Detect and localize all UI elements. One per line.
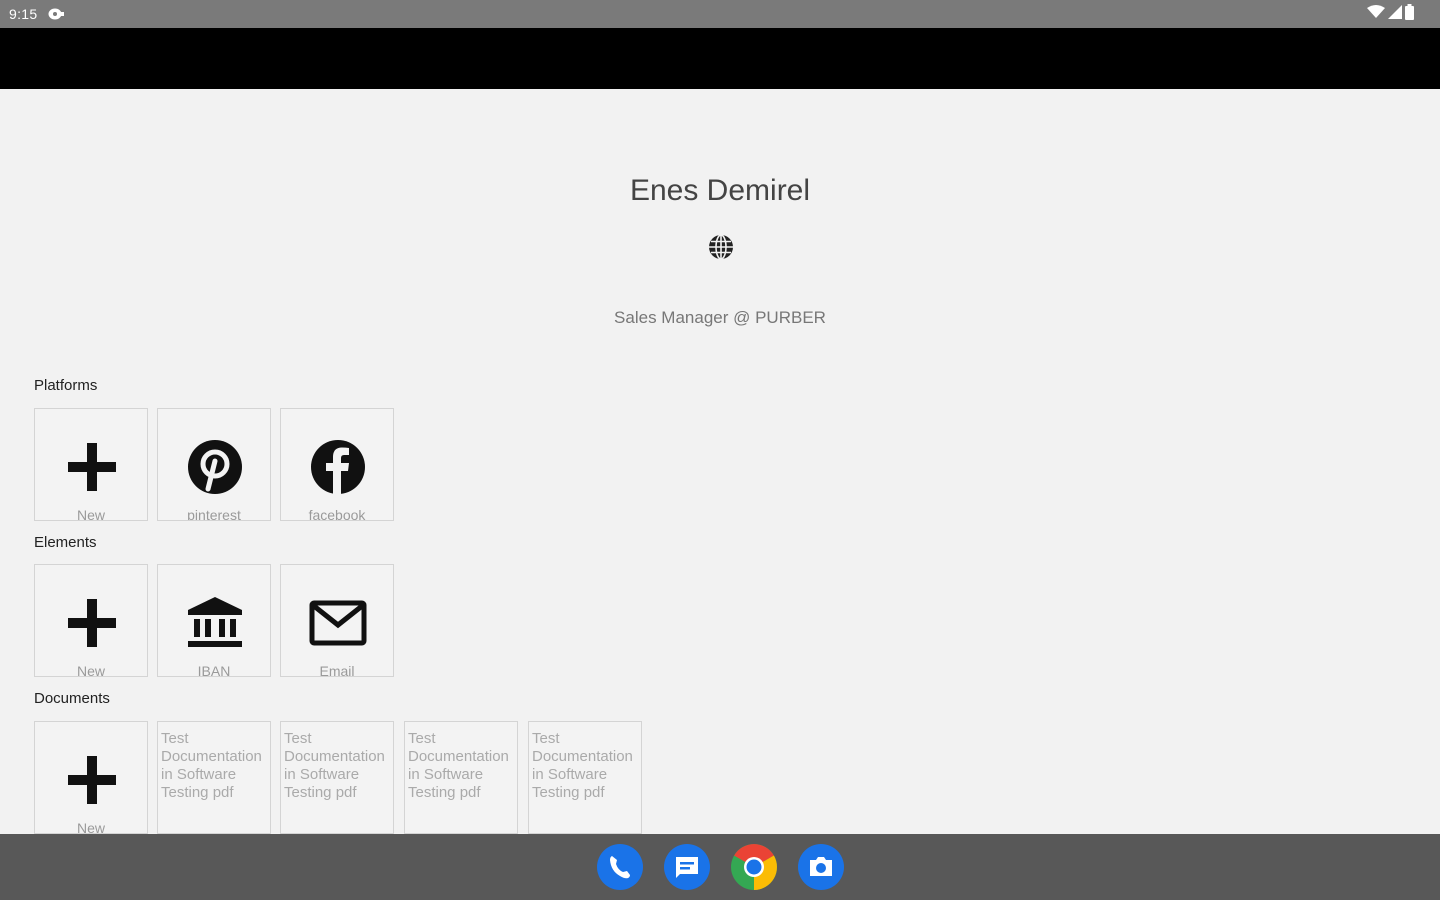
dock-app-phone[interactable]: [597, 844, 643, 890]
dock-app-camera[interactable]: [798, 844, 844, 890]
tile-label: IBAN: [197, 663, 231, 677]
status-icons: [1367, 3, 1414, 25]
tile-label: New: [76, 820, 105, 834]
document-new-tile[interactable]: New: [34, 721, 148, 834]
section-label-documents: Documents: [34, 690, 110, 707]
dock-app-messages[interactable]: [664, 844, 710, 890]
plus-icon: [62, 750, 122, 810]
document-tile[interactable]: Test Documentation in Software Testing p…: [157, 721, 271, 834]
tile-label: New: [76, 507, 105, 521]
status-time: 9:15: [9, 6, 38, 22]
mail-icon: [308, 593, 368, 653]
platform-new-tile[interactable]: New: [34, 408, 148, 521]
wifi-icon: [1367, 4, 1385, 24]
profile-name: Enes Demirel: [629, 174, 811, 207]
profile-title: Sales Manager @ PURBER: [614, 308, 826, 327]
navigation-bar: [0, 834, 1440, 900]
signal-icon: [1388, 4, 1402, 24]
notification-icon: [48, 7, 64, 21]
battery-icon: [1405, 3, 1414, 25]
globe-icon[interactable]: [707, 233, 735, 261]
status-bar: 9:15: [0, 0, 1440, 28]
phone-icon: [597, 844, 643, 890]
document-title: Test Documentation in Software Testing p…: [532, 730, 633, 801]
chrome-icon: [731, 844, 777, 890]
pinterest-icon: [185, 437, 245, 497]
tile-label: Email: [319, 663, 355, 677]
element-email-tile[interactable]: Email: [280, 564, 394, 677]
dock-app-chrome[interactable]: [731, 844, 777, 890]
element-iban-tile[interactable]: IBAN: [157, 564, 271, 677]
section-label-platforms: Platforms: [34, 377, 98, 394]
plus-icon: [62, 593, 122, 653]
camera-icon: [798, 844, 844, 890]
element-new-tile[interactable]: New: [34, 564, 148, 677]
document-title: Test Documentation in Software Testing p…: [161, 730, 262, 801]
document-tile[interactable]: Test Documentation in Software Testing p…: [280, 721, 394, 834]
document-title: Test Documentation in Software Testing p…: [408, 730, 509, 801]
plus-icon: [62, 437, 122, 497]
messages-icon: [664, 844, 710, 890]
app-bar: [0, 28, 1440, 89]
document-tile[interactable]: Test Documentation in Software Testing p…: [528, 721, 642, 834]
platform-facebook-tile[interactable]: facebook: [280, 408, 394, 521]
section-label-elements: Elements: [34, 534, 97, 551]
tile-label: facebook: [308, 507, 366, 521]
document-title: Test Documentation in Software Testing p…: [284, 730, 385, 801]
document-tile[interactable]: Test Documentation in Software Testing p…: [404, 721, 518, 834]
facebook-icon: [308, 437, 368, 497]
tile-label: New: [76, 663, 105, 677]
tile-label: pinterest: [187, 507, 241, 521]
bank-icon: [185, 593, 245, 653]
platform-pinterest-tile[interactable]: pinterest: [157, 408, 271, 521]
